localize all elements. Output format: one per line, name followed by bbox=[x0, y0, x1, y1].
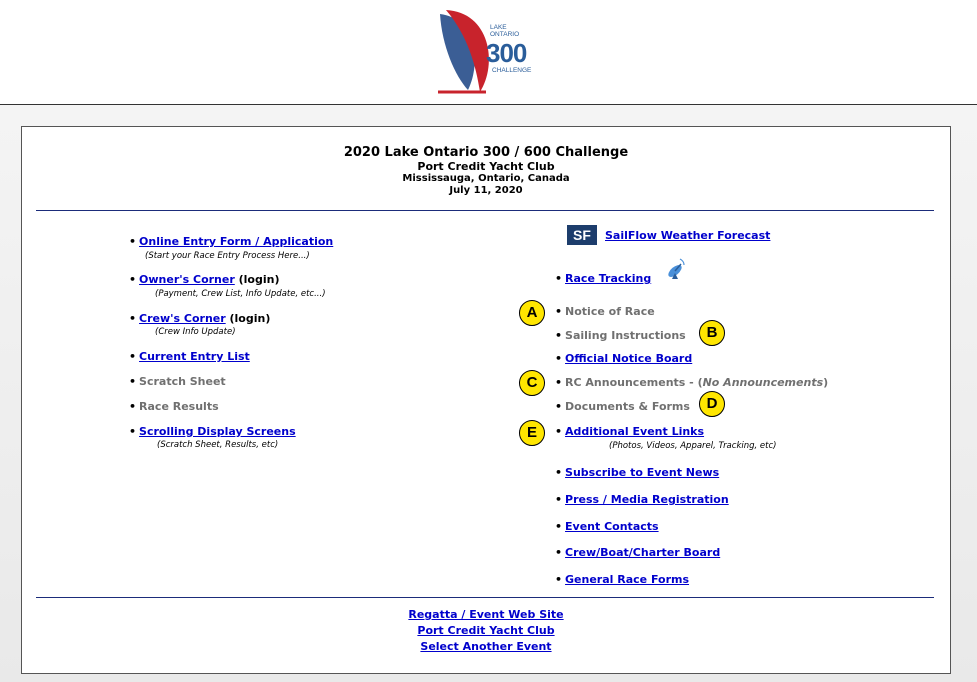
list-item: • RC Announcements - (No Announcements) bbox=[555, 376, 829, 389]
general-race-forms-link[interactable]: General Race Forms bbox=[565, 573, 689, 586]
event-title-block: 2020 Lake Ontario 300 / 600 Challenge Po… bbox=[22, 145, 950, 197]
list-item: • Online Entry Form / Application bbox=[129, 235, 334, 248]
event-location: Mississauga, Ontario, Canada bbox=[402, 173, 570, 184]
event-card: 2020 Lake Ontario 300 / 600 Challenge Po… bbox=[21, 126, 951, 674]
press-media-link[interactable]: Press / Media Registration bbox=[565, 493, 729, 506]
scratch-sheet-text: Scratch Sheet bbox=[139, 375, 226, 388]
list-item: • Sailing Instructions bbox=[555, 329, 686, 342]
owners-corner-login-text: (login) bbox=[234, 273, 280, 286]
subscribe-news-link[interactable]: Subscribe to Event News bbox=[565, 466, 719, 479]
notice-of-race-text: Notice of Race bbox=[565, 305, 655, 318]
race-tracking-link[interactable]: Race Tracking bbox=[565, 272, 651, 285]
event-title: 2020 Lake Ontario 300 / 600 Challenge bbox=[343, 145, 629, 160]
regatta-website-link[interactable]: Regatta / Event Web Site bbox=[408, 608, 563, 621]
owners-corner-link[interactable]: Owner's Corner bbox=[139, 273, 235, 286]
sailflow-logo-icon[interactable]: SF bbox=[567, 225, 597, 245]
list-item: • Crew/Boat/Charter Board bbox=[555, 546, 721, 559]
satellite-dish-icon[interactable] bbox=[664, 255, 688, 283]
annotation-badge-c: C bbox=[519, 370, 545, 396]
additional-event-links-note: (Photos, Videos, Apparel, Tracking, etc) bbox=[609, 441, 777, 451]
list-item: • Race Tracking bbox=[555, 272, 652, 285]
event-club: Port Credit Yacht Club bbox=[417, 160, 555, 173]
annotation-badge-e: E bbox=[519, 420, 545, 446]
select-another-event-link[interactable]: Select Another Event bbox=[420, 640, 551, 653]
scrolling-display-note: (Scratch Sheet, Results, etc) bbox=[157, 440, 279, 450]
official-notice-board-link[interactable]: Official Notice Board bbox=[565, 352, 692, 365]
footer-divider bbox=[36, 597, 934, 598]
list-item: • Subscribe to Event News bbox=[555, 466, 720, 479]
scrolling-display-link[interactable]: Scrolling Display Screens bbox=[139, 425, 296, 438]
annotation-badge-a: A bbox=[519, 300, 545, 326]
list-item: • Crew's Corner (login) bbox=[129, 312, 271, 325]
online-entry-link[interactable]: Online Entry Form / Application bbox=[139, 235, 333, 248]
online-entry-note: (Start your Race Entry Process Here...) bbox=[145, 251, 310, 261]
list-item: • Current Entry List bbox=[129, 350, 250, 363]
additional-event-links-link[interactable]: Additional Event Links bbox=[565, 425, 704, 438]
list-item: • Official Notice Board bbox=[555, 352, 693, 365]
sailflow-link[interactable]: SailFlow Weather Forecast bbox=[605, 229, 770, 242]
list-item: • Additional Event Links bbox=[555, 425, 705, 438]
list-item: • Documents & Forms bbox=[555, 400, 690, 413]
current-entry-list-link[interactable]: Current Entry List bbox=[139, 350, 250, 363]
sailing-instructions-text: Sailing Instructions bbox=[565, 329, 686, 342]
crews-corner-note: (Crew Info Update) bbox=[155, 327, 236, 337]
list-item: • Scratch Sheet bbox=[129, 375, 226, 388]
title-divider bbox=[36, 210, 934, 211]
logo-300: 300 bbox=[486, 38, 527, 68]
page-header: LAKE ONTARIO 300 CHALLENGE bbox=[0, 0, 977, 104]
list-item: • Event Contacts bbox=[555, 520, 659, 533]
list-item: • Notice of Race bbox=[555, 305, 655, 318]
port-credit-yacht-club-link[interactable]: Port Credit Yacht Club bbox=[417, 624, 554, 637]
logo-challenge: CHALLENGE bbox=[492, 67, 532, 74]
crew-boat-charter-link[interactable]: Crew/Boat/Charter Board bbox=[565, 546, 720, 559]
footer-links: Regatta / Event Web Site Port Credit Yac… bbox=[22, 607, 950, 655]
crews-corner-link[interactable]: Crew's Corner bbox=[139, 312, 226, 325]
annotation-badge-b: B bbox=[699, 320, 725, 346]
rc-announcements-text: RC Announcements - (No Announcements) bbox=[565, 376, 829, 389]
owners-corner-note: (Payment, Crew List, Info Update, etc...… bbox=[155, 289, 326, 299]
logo-lake-ontario: LAKE ONTARIO bbox=[490, 24, 520, 38]
list-item: • General Race Forms bbox=[555, 573, 690, 586]
documents-forms-text: Documents & Forms bbox=[565, 400, 690, 413]
list-item: • Press / Media Registration bbox=[555, 493, 729, 506]
list-item: SailFlow Weather Forecast bbox=[605, 229, 770, 243]
list-item: • Race Results bbox=[129, 400, 219, 413]
race-results-text: Race Results bbox=[139, 400, 219, 413]
event-date: July 11, 2020 bbox=[449, 185, 523, 196]
list-item: • Owner's Corner (login) bbox=[129, 273, 280, 286]
crews-corner-login-text: (login) bbox=[225, 312, 271, 325]
list-item: • Scrolling Display Screens bbox=[129, 425, 296, 438]
event-contacts-link[interactable]: Event Contacts bbox=[565, 520, 659, 533]
annotation-badge-d: D bbox=[699, 391, 725, 417]
